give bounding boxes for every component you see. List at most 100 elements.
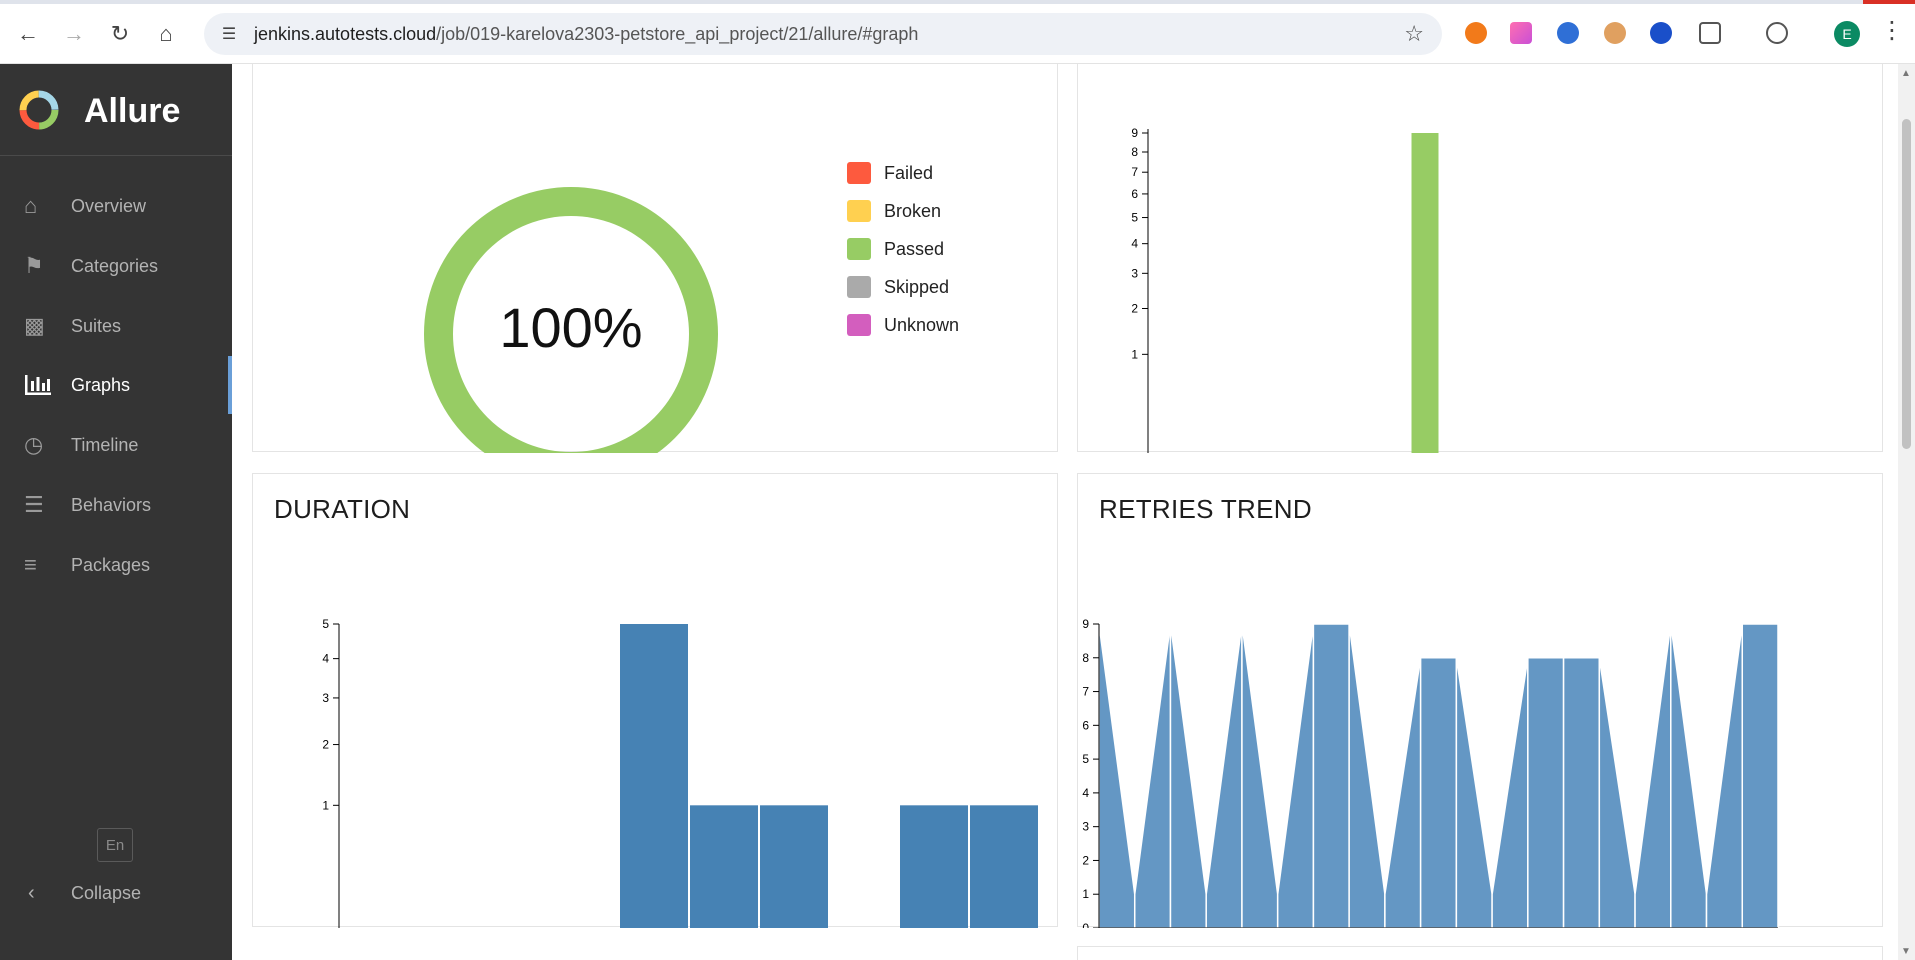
severity-bar-normal [1411, 133, 1439, 453]
scrollbar-thumb[interactable] [1902, 119, 1911, 449]
retries-area-segment [1098, 623, 1136, 928]
severity-y-tick-label: 3 [1131, 266, 1138, 280]
collapse-label: Collapse [71, 882, 142, 903]
severity-y-tick-label: 9 [1131, 126, 1138, 140]
retries-area-segment [1670, 623, 1708, 928]
sidebar-item-graphs[interactable]: Graphs [0, 356, 232, 414]
reload-icon[interactable]: ↻ [102, 16, 138, 52]
duration-y-tick-label: 2 [322, 738, 329, 752]
sidebar-item-label: Suites [71, 315, 122, 336]
retries-area-segment [1598, 657, 1636, 928]
retries-area-segment [1169, 623, 1207, 928]
duration-bar [620, 624, 688, 928]
scroll-down-icon[interactable]: ▼ [1901, 946, 1911, 957]
legend-item-skipped[interactable]: Skipped [847, 276, 949, 298]
align-left-icon: ≡ [24, 552, 37, 577]
legend-item-passed[interactable]: Passed [847, 238, 944, 260]
back-icon[interactable]: ← [10, 16, 46, 52]
severity-y-tick-label: 4 [1131, 237, 1138, 251]
sidebar-item-timeline[interactable]: ◷ Timeline [0, 416, 232, 474]
profile-avatar[interactable]: E [1834, 21, 1860, 47]
retries-y-tick-label: 2 [1082, 853, 1089, 867]
retries-area-segment [1634, 623, 1672, 928]
sidebar-item-overview[interactable]: ⌂ Overview [0, 177, 232, 235]
flag-icon: ⚑ [24, 253, 44, 278]
duration-bar [690, 805, 758, 928]
retries-y-tick-label: 7 [1082, 685, 1089, 699]
scroll-up-icon[interactable]: ▲ [1901, 68, 1911, 79]
language-selector[interactable]: En [97, 828, 133, 862]
legend-item-failed[interactable]: Failed [847, 162, 933, 184]
extension-gradient-icon[interactable] [1510, 22, 1532, 44]
extension-orange-icon[interactable] [1465, 22, 1487, 44]
extension-shield-icon[interactable] [1650, 22, 1672, 44]
legend-swatch [847, 276, 871, 298]
list-icon: ☰ [24, 492, 44, 517]
browser-menu-icon[interactable]: ⋮ [1880, 16, 1904, 45]
severity-panel: 0123456789blockercriticalnormalminortriv… [1077, 64, 1883, 453]
legend-swatch [847, 162, 871, 184]
retries-area-segment [1348, 623, 1386, 928]
retries-y-tick-label: 5 [1082, 752, 1089, 766]
retries-y-tick-label: 6 [1082, 718, 1089, 732]
retries-area-segment [1705, 623, 1744, 928]
legend-swatch [847, 238, 871, 260]
status-panel: 100% Failed Broken Passed Skipped Unknow… [252, 64, 1058, 453]
window-close-area[interactable] [1863, 0, 1915, 4]
url-text[interactable]: jenkins.autotests.cloud/job/019-karelova… [254, 24, 918, 45]
duration-bar [970, 805, 1038, 928]
retries-y-tick-label: 8 [1082, 651, 1089, 665]
retries-area-segment [1491, 657, 1529, 928]
retries-y-tick-label: 4 [1082, 786, 1089, 800]
next-panel [1077, 946, 1883, 960]
url-host: jenkins.autotests.cloud [254, 23, 437, 44]
browser-toolbar: ← → ↻ ⌂ ☰ jenkins.autotests.cloud/job/01… [0, 0, 1915, 64]
chevron-left-icon: ‹ [28, 881, 35, 904]
severity-y-tick-label: 8 [1131, 145, 1138, 159]
sidebar-item-categories[interactable]: ⚑ Categories [0, 237, 232, 295]
retries-area-segment [1205, 623, 1243, 928]
legend-label: Unknown [884, 314, 960, 335]
address-bar[interactable]: ☰ jenkins.autotests.cloud/job/019-karelo… [204, 13, 1442, 55]
collapse-button[interactable]: ‹ Collapse [0, 868, 232, 918]
sidebar-item-suites[interactable]: ▩ Suites [0, 297, 232, 355]
sidebar-item-behaviors[interactable]: ☰ Behaviors [0, 476, 232, 534]
url-path: /job/019-karelova2303-petstore_api_proje… [436, 23, 919, 44]
sidebar-item-packages[interactable]: ≡ Packages [0, 536, 232, 594]
site-info-icon[interactable]: ☰ [218, 23, 240, 45]
severity-chart: 0123456789blockercriticalnormalminortriv… [1131, 126, 1439, 453]
sidebar-item-label: Overview [71, 195, 147, 216]
retries-area-segment [1527, 657, 1565, 928]
severity-y-tick-label: 5 [1131, 211, 1138, 225]
retries-area-segment [1276, 623, 1315, 928]
graphs-content: 100% Failed Broken Passed Skipped Unknow… [232, 64, 1898, 960]
legend-item-broken[interactable]: Broken [847, 200, 941, 222]
retries-y-tick-label: 3 [1082, 820, 1089, 834]
retries-trend-panel: RETRIES TREND 0123456789#2#3#4#5#6#7#8#9… [1077, 473, 1883, 928]
legend-swatch [847, 200, 871, 222]
allure-logo-icon [19, 90, 59, 130]
retries-area-segment [1384, 657, 1422, 928]
home-icon: ⌂ [24, 193, 38, 218]
legend-label: Skipped [884, 276, 950, 297]
brand[interactable]: Allure [0, 64, 232, 156]
status-legend: Failed Broken Passed Skipped Unknown [847, 64, 1047, 336]
clock-icon: ◷ [24, 432, 44, 457]
extension-bug-icon[interactable] [1604, 22, 1626, 44]
legend-label: Failed [884, 162, 934, 183]
legend-label: Passed [884, 238, 945, 259]
incognito-icon[interactable] [1766, 22, 1788, 44]
forward-icon[interactable]: → [56, 16, 92, 52]
retries-area-segment [1312, 623, 1350, 928]
duration-y-tick-label: 1 [322, 798, 329, 812]
retries-area-segment [1241, 623, 1279, 928]
extension-fox-icon[interactable] [1557, 22, 1579, 44]
duration-chart: 0123450s100ms200ms300ms400ms500ms600ms70… [322, 617, 1038, 928]
bookmark-star-icon[interactable]: ☆ [1404, 21, 1424, 47]
extensions-puzzle-icon[interactable] [1699, 22, 1721, 44]
bar-chart-icon [24, 373, 54, 397]
legend-item-unknown[interactable]: Unknown [847, 314, 959, 336]
retries-area-segment [1455, 657, 1493, 928]
page-scrollbar[interactable]: ▲ ▼ [1898, 64, 1915, 960]
home-button-icon[interactable]: ⌂ [148, 16, 184, 52]
